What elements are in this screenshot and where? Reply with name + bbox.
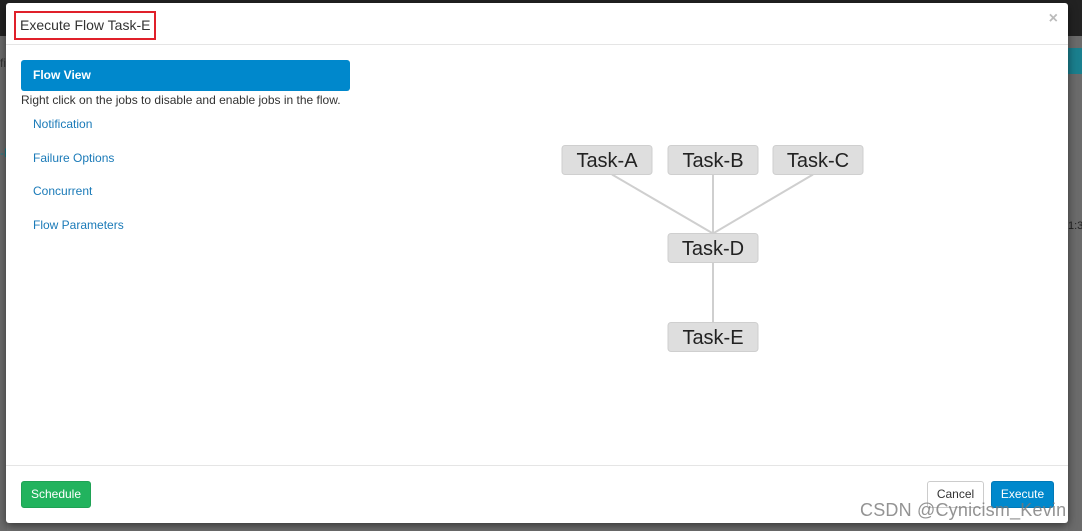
job-node-task-b[interactable]: Task-B bbox=[667, 145, 759, 175]
job-node-label: Task-A bbox=[576, 150, 638, 172]
watermark: CSDN @Cynicism_Kevin bbox=[860, 500, 1067, 520]
background-text: 1:3 bbox=[1068, 220, 1082, 232]
flow-graph-canvas: Task-A Task-B Task-C Task-D Task-E bbox=[561, 145, 864, 352]
execute-flow-modal: Execute Flow Task-E × Flow View Right cl… bbox=[6, 3, 1068, 523]
job-node-label: Task-C bbox=[787, 150, 849, 172]
job-node-label: Task-D bbox=[682, 238, 744, 260]
job-node-task-d[interactable]: Task-D bbox=[667, 233, 759, 263]
job-node-task-a[interactable]: Task-A bbox=[561, 145, 653, 175]
background-right-strip bbox=[1068, 36, 1082, 531]
edge-a-d bbox=[611, 173, 714, 235]
job-node-label: Task-B bbox=[682, 150, 743, 172]
background-button bbox=[1068, 48, 1082, 74]
job-node-task-c[interactable]: Task-C bbox=[772, 145, 864, 175]
flow-graph: Task-A Task-B Task-C Task-D Task-E bbox=[6, 3, 1068, 463]
job-node-task-e[interactable]: Task-E bbox=[667, 322, 759, 352]
schedule-button[interactable]: Schedule bbox=[21, 481, 91, 508]
job-node-label: Task-E bbox=[682, 327, 743, 349]
edge-c-d bbox=[712, 173, 814, 235]
